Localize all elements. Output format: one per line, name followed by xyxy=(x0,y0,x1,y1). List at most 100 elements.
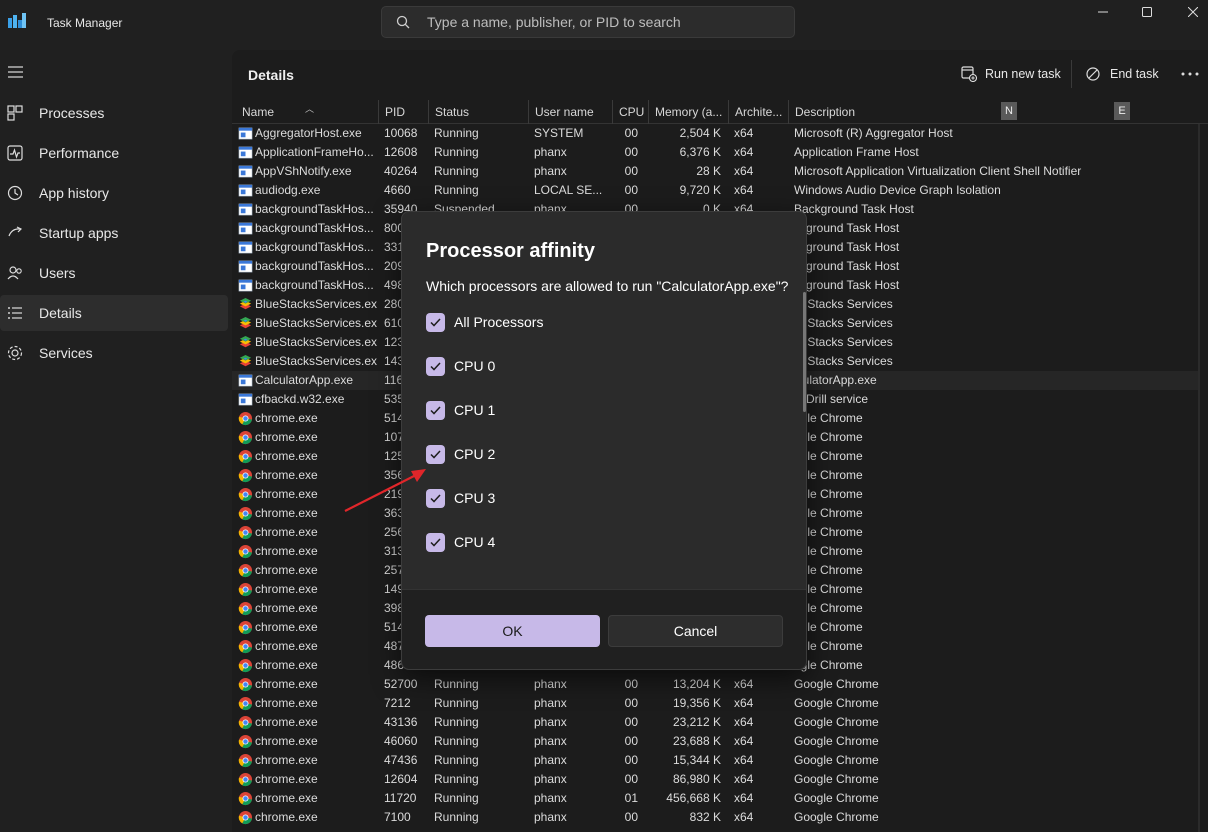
process-architecture: x64 xyxy=(734,753,754,767)
process-description: ogle Chrome xyxy=(794,506,863,520)
process-description: Google Chrome xyxy=(794,734,879,748)
checkbox-label: CPU 0 xyxy=(454,358,496,374)
checkbox-box[interactable] xyxy=(426,444,445,464)
table-row[interactable]: chrome.exe 46060 Running phanx 00 23,688 K x64… xyxy=(232,732,1198,751)
checkbox-box[interactable] xyxy=(426,400,445,420)
process-status: Running xyxy=(434,753,479,767)
checkbox-box[interactable] xyxy=(426,312,445,332)
close-window-button[interactable] xyxy=(1170,0,1208,24)
table-row[interactable]: chrome.exe 7100 Running phanx 00 832 K x64 Goog… xyxy=(232,808,1198,827)
end-task-button[interactable]: End task xyxy=(1086,62,1159,86)
sidebar-item-processes[interactable]: Processes xyxy=(0,95,228,131)
process-status: Running xyxy=(434,677,479,691)
column-header-memory[interactable]: Memory (a... xyxy=(648,100,728,124)
table-row[interactable]: chrome.exe 47436 Running phanx 00 15,344 K x64… xyxy=(232,751,1198,770)
checkbox-cpu-3[interactable]: CPU 3 xyxy=(426,488,495,508)
sidebar-item-app-history[interactable]: App history xyxy=(0,175,228,211)
checkbox-cpu-2[interactable]: CPU 2 xyxy=(426,444,495,464)
process-name: chrome.exe xyxy=(255,639,318,653)
table-row[interactable]: audiodg.exe 4660 Running LOCAL SE... 00 9,720… xyxy=(232,181,1198,200)
column-header-status[interactable]: Status xyxy=(428,100,528,124)
process-name: chrome.exe xyxy=(255,715,318,729)
more-options-icon xyxy=(1181,72,1199,76)
column-header-cpu[interactable]: CPU xyxy=(612,100,648,124)
sidebar-item-users[interactable]: Users xyxy=(0,255,228,291)
minimize-button[interactable] xyxy=(1080,0,1126,24)
process-description: Google Chrome xyxy=(794,772,879,786)
close-icon xyxy=(1188,7,1198,17)
run-new-task-label: Run new task xyxy=(985,67,1061,81)
hamburger-menu-icon[interactable] xyxy=(8,66,24,78)
bluestacks-icon xyxy=(239,335,252,348)
column-header-user[interactable]: User name xyxy=(528,100,612,124)
process-user: phanx xyxy=(534,791,567,805)
process-description: ogle Chrome xyxy=(794,449,863,463)
column-badge-n: N xyxy=(1001,102,1017,120)
table-row[interactable]: chrome.exe 43136 Running phanx 00 23,212 K x64… xyxy=(232,713,1198,732)
processes-icon xyxy=(7,105,23,121)
chrome-icon xyxy=(238,487,253,502)
checkmark-icon xyxy=(430,493,441,503)
checkbox-all-processors[interactable]: All Processors xyxy=(426,312,543,332)
dialog-message: Which processors are allowed to run "Cal… xyxy=(426,278,789,294)
process-user: phanx xyxy=(534,810,567,824)
application-icon xyxy=(238,279,253,292)
process-cpu: 00 xyxy=(624,810,638,824)
checkbox-box[interactable] xyxy=(426,532,445,552)
process-description: ogle Chrome xyxy=(794,544,863,558)
process-name: cfbackd.w32.exe xyxy=(255,392,345,406)
process-architecture: x64 xyxy=(734,791,754,805)
column-header-name[interactable]: Name ︿ xyxy=(236,100,378,124)
table-row[interactable]: AggregatorHost.exe 10068 Running SYSTEM 00 2,… xyxy=(232,124,1198,143)
process-pid: 4660 xyxy=(384,183,411,197)
column-header-label: Description xyxy=(795,105,856,119)
checkbox-box[interactable] xyxy=(426,356,445,376)
cancel-button[interactable]: Cancel xyxy=(608,615,783,647)
process-description: ogle Chrome xyxy=(794,601,863,615)
sidebar-item-startup-apps[interactable]: Startup apps xyxy=(0,215,228,251)
search-box[interactable] xyxy=(381,6,795,38)
checkbox-cpu-1[interactable]: CPU 1 xyxy=(426,400,495,420)
table-row[interactable]: chrome.exe 52700 Running phanx 00 13,204 K x64… xyxy=(232,675,1198,694)
process-memory: 2,504 K xyxy=(679,126,721,140)
run-new-task-button[interactable]: Run new task xyxy=(961,62,1061,86)
process-pid: 43136 xyxy=(384,715,418,729)
process-status: Running xyxy=(434,734,479,748)
process-name: BlueStacksServices.exe xyxy=(255,316,377,330)
application-icon xyxy=(238,146,253,159)
checkbox-label: CPU 1 xyxy=(454,402,496,418)
table-scrollbar[interactable] xyxy=(1198,124,1200,832)
checkbox-cpu-4[interactable]: CPU 4 xyxy=(426,532,495,552)
sidebar-item-services[interactable]: Services xyxy=(0,335,228,371)
dialog-footer: OK Cancel xyxy=(402,589,806,669)
process-pid: 10068 xyxy=(384,126,418,140)
column-header-pid[interactable]: PID xyxy=(378,100,428,124)
maximize-button[interactable] xyxy=(1124,0,1170,24)
more-options-button[interactable] xyxy=(1181,62,1199,86)
process-name: backgroundTaskHos... xyxy=(255,278,374,292)
chrome-icon xyxy=(238,791,253,806)
column-header-architecture[interactable]: Archite... xyxy=(728,100,788,124)
table-row[interactable]: ApplicationFrameHo... 12608 Running phanx 00… xyxy=(232,143,1198,162)
process-cpu: 00 xyxy=(624,677,638,691)
sidebar-item-performance[interactable]: Performance xyxy=(0,135,228,171)
checkbox-box[interactable] xyxy=(426,488,445,508)
sidebar-item-details[interactable]: Details xyxy=(0,295,228,331)
column-header-description[interactable]: Description xyxy=(788,100,1198,124)
checkbox-cpu-0[interactable]: CPU 0 xyxy=(426,356,495,376)
process-status: Running xyxy=(434,715,479,729)
table-row[interactable]: chrome.exe 12604 Running phanx 00 86,980 K x64… xyxy=(232,770,1198,789)
table-row[interactable]: chrome.exe 7212 Running phanx 00 19,356 K x64 G… xyxy=(232,694,1198,713)
table-header: Name ︿ PID Status User name CPU Memory (… xyxy=(232,100,1208,124)
search-input[interactable] xyxy=(427,7,777,37)
table-row[interactable]: AppVShNotify.exe 40264 Running phanx 00 28 K x… xyxy=(232,162,1198,181)
ok-button[interactable]: OK xyxy=(425,615,600,647)
dialog-scrollbar[interactable] xyxy=(803,292,806,412)
checkbox-label: All Processors xyxy=(454,314,544,330)
sort-ascending-icon: ︿ xyxy=(305,104,315,114)
process-status: Running xyxy=(434,126,479,140)
process-pid: 12604 xyxy=(384,772,418,786)
process-name: chrome.exe xyxy=(255,411,318,425)
process-name: chrome.exe xyxy=(255,487,318,501)
table-row[interactable]: chrome.exe 11720 Running phanx 01 456,668 K x6… xyxy=(232,789,1198,808)
